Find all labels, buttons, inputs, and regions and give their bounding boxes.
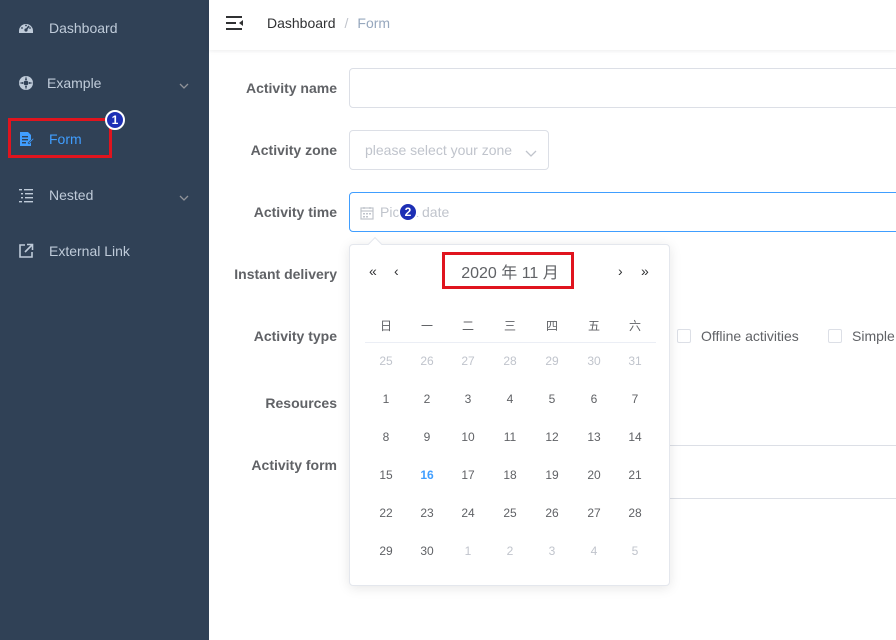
sidebar-item-label: Dashboard bbox=[49, 20, 118, 36]
sidebar-item-dashboard[interactable]: Dashboard bbox=[0, 0, 209, 56]
checkbox-label: Simple bbox=[852, 328, 895, 344]
navbar: Dashboard / Form bbox=[209, 0, 896, 50]
weekday-header: 四 bbox=[545, 319, 558, 333]
popper-arrow bbox=[367, 236, 383, 252]
calendar-icon bbox=[360, 206, 374, 225]
calendar-day-cell[interactable]: 27 bbox=[579, 503, 609, 523]
checkbox-simple[interactable] bbox=[828, 329, 842, 343]
zone-placeholder: please select your zone bbox=[365, 142, 513, 158]
step-badge-2: 2 bbox=[398, 202, 418, 222]
weekday-header: 六 bbox=[628, 319, 641, 333]
sidebar-item-label: External Link bbox=[49, 243, 130, 259]
sidebar-item-nested[interactable]: Nested bbox=[0, 167, 209, 223]
sidebar-item-example[interactable]: Example bbox=[0, 55, 209, 111]
activity-zone-label: Activity zone bbox=[250, 142, 337, 158]
hamburger-icon[interactable] bbox=[226, 15, 244, 31]
calendar-day-cell[interactable]: 2 bbox=[495, 541, 525, 561]
calendar-day-cell[interactable]: 1 bbox=[371, 389, 401, 409]
calendar-day-cell[interactable]: 27 bbox=[453, 351, 483, 371]
calendar-day-cell[interactable]: 23 bbox=[412, 503, 442, 523]
calendar-day-cell[interactable]: 5 bbox=[620, 541, 650, 561]
date-picker-input[interactable]: Pick a date bbox=[349, 192, 896, 232]
calendar-day-cell[interactable]: 25 bbox=[495, 503, 525, 523]
header-highlight-box bbox=[442, 252, 574, 289]
breadcrumb-current: Form bbox=[357, 15, 391, 31]
nested-icon bbox=[18, 187, 34, 203]
activity-type-label: Activity type bbox=[253, 328, 337, 344]
calendar-day-cell[interactable]: 9 bbox=[412, 427, 442, 447]
calendar-day-cell[interactable]: 11 bbox=[495, 427, 525, 447]
activity-form-label: Activity form bbox=[251, 457, 337, 473]
prev-year-button[interactable]: « bbox=[369, 263, 377, 279]
chevron-down-icon bbox=[525, 145, 537, 163]
sidebar-item-label: Nested bbox=[49, 187, 94, 203]
calendar-day-cell[interactable]: 30 bbox=[579, 351, 609, 371]
sidebar-item-label: Example bbox=[47, 75, 102, 91]
chevron-down-icon bbox=[179, 78, 189, 89]
calendar-day-cell[interactable]: 24 bbox=[453, 503, 483, 523]
checkbox-offline-activities[interactable] bbox=[677, 329, 691, 343]
calendar-day-cell[interactable]: 7 bbox=[620, 389, 650, 409]
next-month-button[interactable]: › bbox=[618, 263, 623, 279]
activity-time-label: Activity time bbox=[253, 204, 337, 220]
weekday-header: 五 bbox=[587, 319, 600, 333]
activity-name-label: Activity name bbox=[245, 80, 337, 96]
weekday-divider bbox=[365, 342, 656, 343]
activity-zone-select[interactable]: please select your zone bbox=[349, 130, 549, 170]
weekday-header: 一 bbox=[420, 319, 433, 333]
calendar-day-cell[interactable]: 19 bbox=[537, 465, 567, 485]
calendar-day-cell[interactable]: 3 bbox=[453, 389, 483, 409]
calendar-day-cell[interactable]: 26 bbox=[537, 503, 567, 523]
calendar-day-cell[interactable]: 28 bbox=[620, 503, 650, 523]
example-icon bbox=[18, 75, 34, 91]
calendar-day-cell[interactable]: 13 bbox=[579, 427, 609, 447]
calendar-day-cell[interactable]: 30 bbox=[412, 541, 442, 561]
calendar-day-cell[interactable]: 21 bbox=[620, 465, 650, 485]
calendar-day-cell[interactable]: 2 bbox=[412, 389, 442, 409]
calendar-day-cell[interactable]: 25 bbox=[371, 351, 401, 371]
prev-month-button[interactable]: ‹ bbox=[394, 263, 399, 279]
calendar-day-cell[interactable]: 4 bbox=[579, 541, 609, 561]
calendar-day-cell[interactable]: 16 bbox=[412, 465, 442, 485]
calendar-day-cell[interactable]: 8 bbox=[371, 427, 401, 447]
sidebar: Dashboard Example Form Nested External L… bbox=[0, 0, 209, 640]
dashboard-icon bbox=[18, 20, 34, 36]
weekday-header: 三 bbox=[503, 319, 516, 333]
resources-label: Resources bbox=[265, 395, 337, 411]
external-link-icon bbox=[18, 243, 34, 259]
calendar-day-cell[interactable]: 26 bbox=[412, 351, 442, 371]
calendar-day-cell[interactable]: 6 bbox=[579, 389, 609, 409]
calendar-day-cell[interactable]: 14 bbox=[620, 427, 650, 447]
next-year-button[interactable]: » bbox=[641, 263, 649, 279]
calendar-day-cell[interactable]: 10 bbox=[453, 427, 483, 447]
chevron-down-icon bbox=[179, 190, 189, 201]
calendar-day-cell[interactable]: 15 bbox=[371, 465, 401, 485]
calendar-day-cell[interactable]: 5 bbox=[537, 389, 567, 409]
calendar-day-cell[interactable]: 3 bbox=[537, 541, 567, 561]
calendar-day-cell[interactable]: 31 bbox=[620, 351, 650, 371]
breadcrumb: Dashboard / Form bbox=[267, 15, 390, 31]
weekday-header: 二 bbox=[461, 319, 474, 333]
checkbox-label: Offline activities bbox=[701, 328, 799, 344]
calendar-day-cell[interactable]: 17 bbox=[453, 465, 483, 485]
calendar-day-cell[interactable]: 28 bbox=[495, 351, 525, 371]
weekday-header: 日 bbox=[379, 319, 392, 333]
breadcrumb-home[interactable]: Dashboard bbox=[267, 15, 336, 31]
calendar-day-cell[interactable]: 1 bbox=[453, 541, 483, 561]
calendar-day-cell[interactable]: 12 bbox=[537, 427, 567, 447]
calendar-day-cell[interactable]: 4 bbox=[495, 389, 525, 409]
step-badge-1: 1 bbox=[105, 110, 125, 130]
calendar-day-cell[interactable]: 20 bbox=[579, 465, 609, 485]
form-highlight-box bbox=[8, 118, 112, 158]
calendar-day-cell[interactable]: 18 bbox=[495, 465, 525, 485]
breadcrumb-separator: / bbox=[344, 15, 349, 31]
calendar-day-cell[interactable]: 29 bbox=[537, 351, 567, 371]
sidebar-item-external-link[interactable]: External Link bbox=[0, 223, 209, 279]
activity-name-input[interactable] bbox=[349, 68, 896, 108]
date-picker-panel: « ‹ 2020 年 11 月 › » 日一二三四五六 25 26 27 28 29 30 3… bbox=[349, 236, 670, 586]
calendar-day-cell[interactable]: 22 bbox=[371, 503, 401, 523]
calendar-day-cell[interactable]: 29 bbox=[371, 541, 401, 561]
instant-delivery-label: Instant delivery bbox=[234, 266, 337, 282]
